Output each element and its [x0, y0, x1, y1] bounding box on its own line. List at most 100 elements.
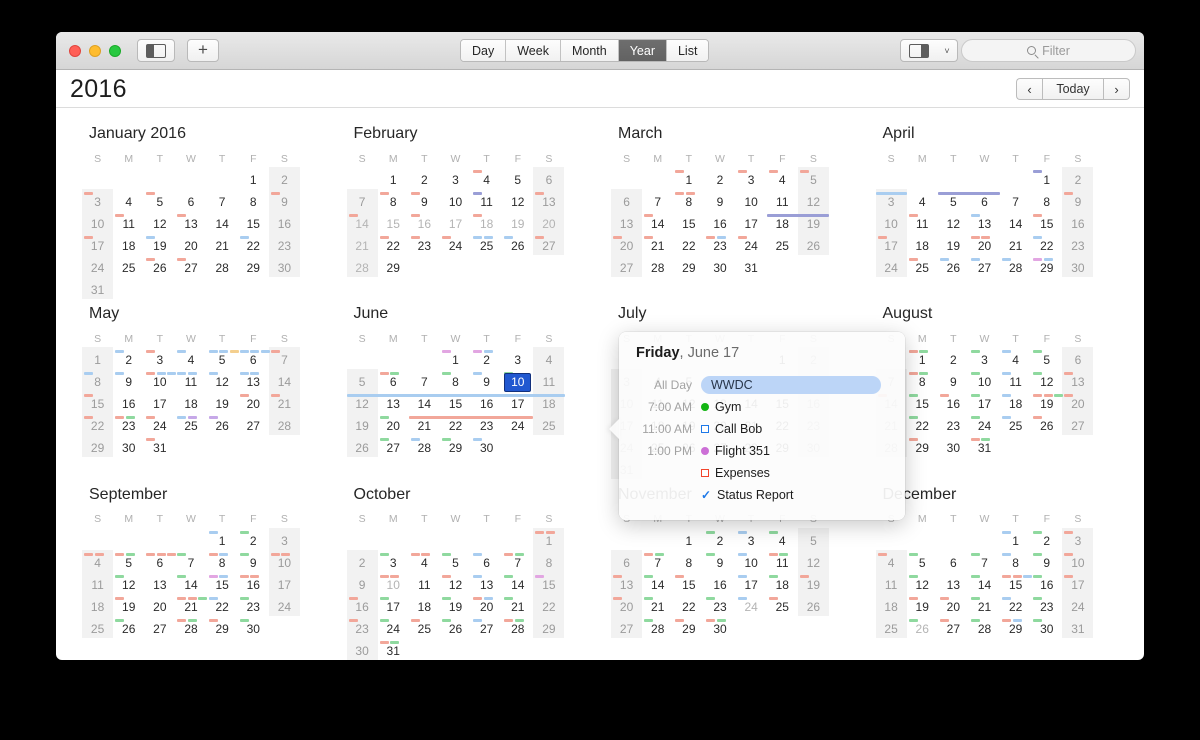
- day-cell[interactable]: 24: [144, 413, 176, 436]
- day-cell[interactable]: 4: [766, 527, 798, 550]
- day-cell[interactable]: 24: [875, 255, 907, 277]
- day-cell[interactable]: 11: [408, 571, 440, 594]
- day-cell[interactable]: 23: [268, 233, 300, 255]
- tab-day[interactable]: Day: [461, 40, 507, 61]
- day-cell[interactable]: 7: [642, 189, 674, 211]
- day-cell[interactable]: 19: [797, 571, 829, 594]
- close-button[interactable]: [69, 45, 81, 57]
- day-cell[interactable]: 8: [673, 549, 705, 572]
- day-cell[interactable]: 12: [502, 189, 534, 211]
- day-cell[interactable]: 1: [1031, 167, 1063, 189]
- day-cell[interactable]: 15: [673, 571, 705, 594]
- popover-event-row[interactable]: 7:00 AM Gym: [619, 396, 905, 418]
- day-cell[interactable]: 9: [408, 189, 440, 211]
- day-cell[interactable]: 23: [704, 233, 736, 255]
- day-cell[interactable]: 21: [1000, 233, 1032, 255]
- day-cell[interactable]: 4: [875, 549, 907, 572]
- day-cell[interactable]: 7: [346, 189, 378, 211]
- day-cell[interactable]: 4: [175, 347, 207, 370]
- tab-year[interactable]: Year: [618, 40, 667, 61]
- day-cell[interactable]: 6: [533, 167, 565, 189]
- day-cell[interactable]: 23: [937, 413, 969, 436]
- day-cell[interactable]: 27: [611, 255, 643, 277]
- day-cell[interactable]: 6: [611, 549, 643, 572]
- day-cell[interactable]: 1: [673, 527, 705, 550]
- day-cell[interactable]: 29: [1031, 255, 1063, 277]
- day-cell[interactable]: 17: [1062, 571, 1094, 594]
- popover-event-row[interactable]: 11:00 AM Call Bob: [619, 418, 905, 440]
- day-cell[interactable]: 25: [1000, 413, 1032, 436]
- day-cell[interactable]: 16: [704, 571, 736, 594]
- day-cell[interactable]: 29: [533, 615, 565, 638]
- day-cell[interactable]: 27: [937, 615, 969, 638]
- day-cell[interactable]: 12: [439, 571, 472, 594]
- zoom-button[interactable]: [109, 45, 121, 57]
- day-cell[interactable]: 17: [268, 571, 300, 594]
- day-cell[interactable]: 9: [1062, 189, 1094, 211]
- day-cell[interactable]: 29: [377, 255, 409, 277]
- day-cell[interactable]: 26: [439, 615, 472, 638]
- day-cell[interactable]: 7: [408, 369, 440, 392]
- day-cell[interactable]: 26: [1031, 413, 1063, 436]
- day-cell[interactable]: 18: [82, 593, 114, 616]
- day-cell[interactable]: 26: [797, 233, 829, 255]
- day-cell[interactable]: 29: [1000, 615, 1032, 638]
- day-cell[interactable]: 7: [206, 189, 238, 211]
- day-cell[interactable]: 1: [673, 167, 705, 189]
- day-cell[interactable]: 16: [1031, 571, 1063, 594]
- day-cell[interactable]: 2: [471, 347, 503, 370]
- day-cell[interactable]: 1: [206, 527, 238, 550]
- day-cell[interactable]: 27: [611, 615, 643, 638]
- day-cell[interactable]: 18: [408, 593, 440, 616]
- day-cell[interactable]: 20: [611, 593, 643, 616]
- day-cell[interactable]: 11: [175, 369, 207, 392]
- previous-year-button[interactable]: ‹: [1016, 78, 1042, 100]
- day-cell[interactable]: 25: [766, 593, 798, 616]
- day-cell[interactable]: 13: [144, 571, 176, 594]
- day-cell[interactable]: 18: [175, 391, 207, 414]
- day-cell[interactable]: 3: [268, 527, 300, 550]
- tab-month[interactable]: Month: [560, 40, 619, 61]
- day-cell[interactable]: 12: [797, 189, 829, 211]
- day-cell[interactable]: 20: [175, 233, 207, 255]
- day-cell[interactable]: 6: [377, 369, 409, 392]
- day-cell[interactable]: 18: [766, 571, 798, 594]
- day-cell[interactable]: 7: [175, 549, 207, 572]
- day-cell[interactable]: 22: [533, 593, 565, 616]
- day-cell[interactable]: 15: [82, 391, 114, 414]
- day-cell[interactable]: 15: [1031, 211, 1063, 233]
- day-cell[interactable]: 9: [937, 369, 969, 392]
- day-cell[interactable]: 21: [502, 593, 534, 616]
- day-cell[interactable]: 30: [704, 255, 736, 277]
- day-cell[interactable]: 15: [906, 391, 938, 414]
- day-cell[interactable]: 26: [346, 435, 378, 458]
- day-cell[interactable]: 31: [1062, 615, 1094, 638]
- day-cell[interactable]: 14: [175, 571, 207, 594]
- day-cell[interactable]: 3: [1062, 527, 1094, 550]
- day-cell[interactable]: 22: [906, 413, 938, 436]
- day-cell[interactable]: 2: [346, 549, 378, 572]
- day-cell[interactable]: 3: [377, 549, 409, 572]
- day-cell[interactable]: 6: [937, 549, 969, 572]
- day-cell[interactable]: 5: [906, 549, 938, 572]
- day-cell[interactable]: 2: [1031, 527, 1063, 550]
- day-cell[interactable]: 14: [968, 571, 1001, 594]
- day-cell[interactable]: 2: [1062, 167, 1094, 189]
- day-cell[interactable]: 1: [1000, 527, 1032, 550]
- day-cell[interactable]: 10: [144, 369, 177, 392]
- day-cell[interactable]: 13: [237, 369, 269, 392]
- day-cell[interactable]: 4: [82, 549, 114, 572]
- day-cell[interactable]: 9: [704, 189, 736, 211]
- day-cell[interactable]: 10: [82, 211, 114, 233]
- day-cell[interactable]: 10: [735, 189, 767, 211]
- day-cell[interactable]: 20: [471, 593, 503, 616]
- day-cell[interactable]: 7: [268, 347, 300, 370]
- day-cell[interactable]: 28: [642, 255, 674, 277]
- day-cell[interactable]: 21: [968, 593, 1001, 616]
- day-cell[interactable]: 10: [502, 369, 534, 393]
- day-cell[interactable]: 16: [937, 391, 969, 414]
- day-cell[interactable]: 18: [1000, 391, 1032, 414]
- day-cell[interactable]: 4: [408, 549, 440, 572]
- day-cell[interactable]: 4: [113, 189, 145, 211]
- day-cell[interactable]: 1: [439, 347, 472, 370]
